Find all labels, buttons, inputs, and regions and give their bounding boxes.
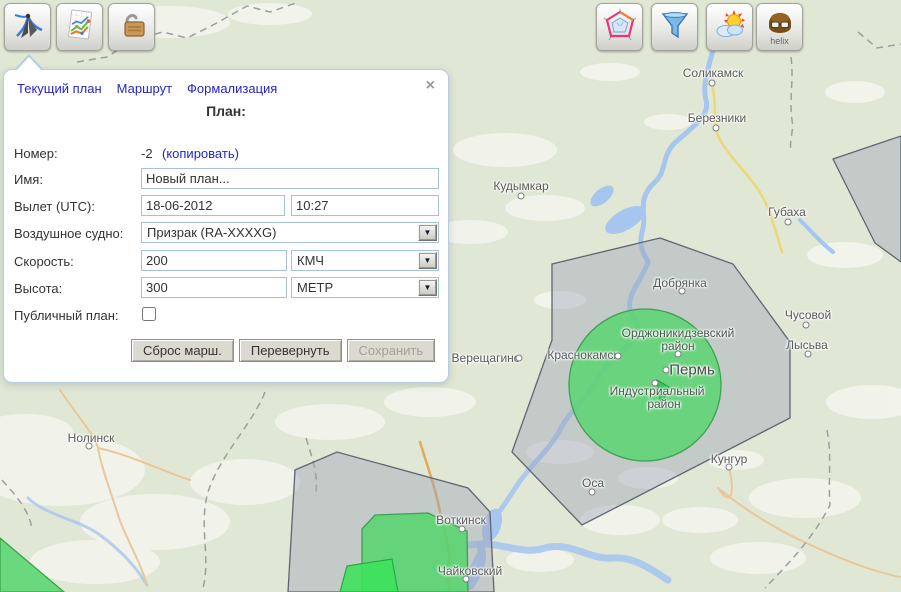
map-city-marker <box>518 193 525 200</box>
map-city-label: Чайковский <box>438 564 502 578</box>
aircraft-select[interactable]: Призрак (RA-XXXXG) ▼ <box>141 222 439 243</box>
map-city-marker <box>713 125 720 132</box>
map-city-marker <box>463 576 470 583</box>
lock-open-icon <box>115 8 149 47</box>
filter-tool-button[interactable] <box>651 3 698 51</box>
map-city-marker <box>589 489 596 496</box>
map-city-marker <box>459 526 466 533</box>
number-label: Номер: <box>14 146 58 161</box>
dialog-button-row: Сброс марш. Перевернуть Сохранить <box>131 339 435 362</box>
map-district-marker <box>675 351 682 358</box>
map-city-marker <box>785 219 792 226</box>
chevron-down-icon[interactable]: ▼ <box>418 279 437 296</box>
aircraft-label: Воздушное судно: <box>14 226 123 241</box>
map-city-marker <box>663 367 670 374</box>
tab-current-plan[interactable]: Текущий план <box>17 81 102 96</box>
departure-date-input[interactable] <box>141 195 285 216</box>
tab-formalization[interactable]: Формализация <box>187 81 277 96</box>
map-city-marker <box>805 351 812 358</box>
map-city-marker <box>86 443 93 450</box>
map-city-marker <box>615 353 622 360</box>
altitude-input[interactable] <box>141 277 287 298</box>
route-tool-button[interactable] <box>4 3 51 51</box>
name-input[interactable] <box>141 168 439 189</box>
speed-unit-value: КМЧ <box>297 253 324 268</box>
speed-label: Скорость: <box>14 254 74 269</box>
chart-icon <box>63 8 97 47</box>
chevron-down-icon[interactable]: ▼ <box>418 224 437 241</box>
number-value: -2 <box>141 146 153 161</box>
map-city-label: Верещагино <box>452 351 521 365</box>
tab-route[interactable]: Маршрут <box>117 81 172 96</box>
name-label: Имя: <box>14 172 43 187</box>
zones-polygon-icon <box>603 8 637 47</box>
chevron-down-icon[interactable]: ▼ <box>418 252 437 269</box>
helix-tool-button[interactable]: helix <box>756 3 803 51</box>
map-city-marker <box>679 288 686 295</box>
map-city-label: Березники <box>688 111 746 125</box>
charts-tool-button[interactable] <box>56 3 103 51</box>
filter-funnel-icon <box>658 8 692 47</box>
route-icon <box>11 8 45 47</box>
map-district-label: район <box>647 397 680 411</box>
departure-time-input[interactable] <box>291 195 439 216</box>
altitude-unit-select[interactable]: МЕТР ▼ <box>291 277 439 298</box>
departure-label: Вылет (UTC): <box>14 199 95 214</box>
map-city-marker <box>516 355 523 362</box>
copy-link[interactable]: (копировать) <box>162 146 239 161</box>
map-city-label: Губаха <box>768 205 806 219</box>
map-district-marker <box>652 380 659 387</box>
weather-sun-cloud-icon <box>713 8 747 47</box>
public-plan-label: Публичный план: <box>14 308 119 323</box>
save-button[interactable]: Сохранить <box>347 339 436 362</box>
map-city-label: Соликамск <box>683 66 743 80</box>
speed-input[interactable] <box>141 250 287 271</box>
reverse-button[interactable]: Перевернуть <box>239 339 342 362</box>
map-city-marker <box>726 464 733 471</box>
helix-tool-label: helix <box>770 37 789 45</box>
map-district-label: Орджоникидзевский <box>622 326 735 340</box>
weather-tool-button[interactable] <box>706 3 753 51</box>
map-city-label: Пермь <box>669 362 715 379</box>
map-city-label: Краснокамск <box>547 348 618 362</box>
app-window: Соликамск Березники Кудымкар Губаха Добр… <box>0 0 901 592</box>
map-city-marker <box>709 80 716 87</box>
altitude-unit-value: МЕТР <box>297 280 333 295</box>
speed-unit-select[interactable]: КМЧ ▼ <box>291 250 439 271</box>
plan-dialog: Текущий план Маршрут Формализация × План… <box>3 69 449 383</box>
altitude-label: Высота: <box>14 281 62 296</box>
map-city-marker <box>803 322 810 329</box>
zones-tool-button[interactable] <box>596 3 643 51</box>
map-city-label: Кудымкар <box>493 179 548 193</box>
dialog-pointer-fill <box>16 57 42 71</box>
dialog-title: План: <box>4 103 448 119</box>
dialog-tabs: Текущий план Маршрут Формализация <box>17 81 277 96</box>
reset-route-button[interactable]: Сброс марш. <box>131 339 234 362</box>
map-district-label: Индустриальный <box>610 384 705 398</box>
aircraft-select-value: Призрак (RA-XXXXG) <box>147 225 276 240</box>
lock-tool-button[interactable] <box>108 3 155 51</box>
helix-helmet-icon <box>765 10 795 39</box>
map-city-label: Чусовой <box>785 308 831 322</box>
public-plan-checkbox[interactable] <box>142 307 156 321</box>
close-icon[interactable]: × <box>426 78 435 94</box>
